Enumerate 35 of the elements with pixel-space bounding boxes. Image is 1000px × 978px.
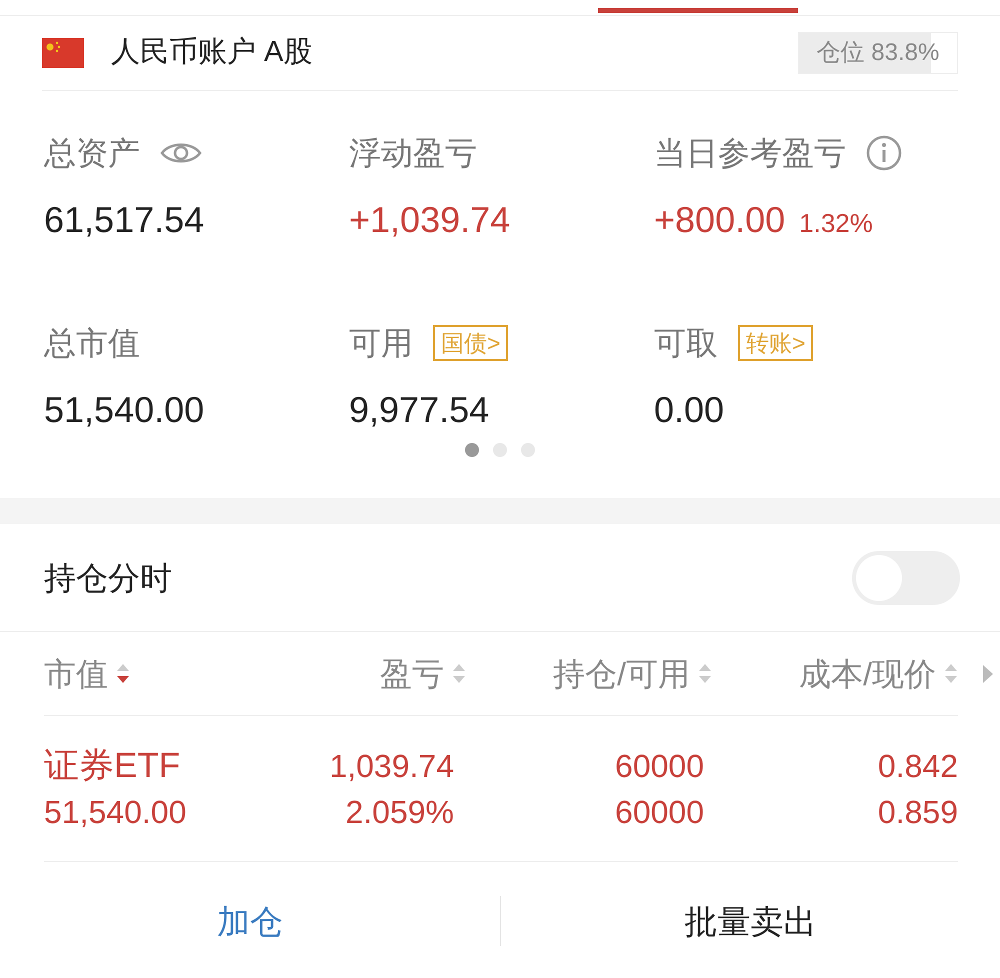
info-icon [866, 135, 902, 171]
account-name: 人民币账户 A股 [111, 35, 312, 70]
stat-label: 浮动盈亏 [349, 134, 477, 173]
stock-name: 证券ETF [44, 746, 180, 784]
stat-value: 61,517.54 [44, 198, 204, 242]
toggle-label: 持仓分时 [44, 558, 172, 598]
tag-link[interactable]: 国债> [433, 325, 508, 361]
stat-value: 9,977.54 [349, 388, 490, 432]
stat-label: 总资产 [44, 134, 140, 173]
scroll-right-icon [982, 662, 994, 684]
column-header[interactable]: 持仓/可用 [466, 650, 712, 698]
table-cell: 2.059% [345, 794, 454, 830]
table-cell: 1,039.74 [329, 748, 454, 784]
percent-value: 1.32% [799, 207, 873, 240]
stat-label: 可用 [349, 324, 413, 363]
column-header[interactable]: 盈亏 [274, 650, 466, 698]
stat-label: 可取 [654, 324, 718, 363]
tag-link[interactable]: 转账> [738, 325, 814, 361]
stat-label: 当日参考盈亏 [654, 134, 846, 173]
stat-value: +1,039.74 [349, 198, 510, 242]
action-button[interactable]: 加仓 [0, 896, 500, 946]
position-meter: 仓位 83.8% [798, 32, 958, 74]
stat-value: 51,540.00 [44, 388, 204, 432]
table-cell: 60000 [615, 748, 704, 784]
column-header[interactable]: 成本/现价 [712, 650, 958, 698]
column-header[interactable]: 市值 [44, 650, 274, 698]
stat-value: +800.00 [654, 198, 786, 242]
table-cell: 60000 [615, 794, 704, 830]
page-dot[interactable] [465, 443, 479, 457]
table-cell: 0.859 [878, 794, 958, 830]
stat-label: 总市值 [44, 324, 140, 363]
stat-value: 0.00 [654, 388, 724, 432]
table-cell: 0.842 [878, 748, 958, 784]
action-button[interactable]: 批量卖出 [500, 896, 1000, 946]
table-cell: 51,540.00 [44, 794, 186, 830]
